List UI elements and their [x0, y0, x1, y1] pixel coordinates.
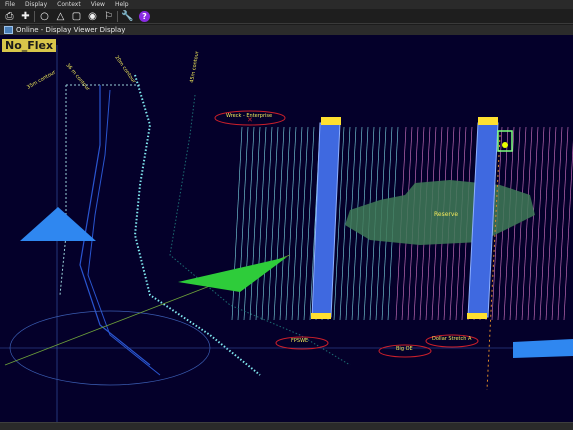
print-icon[interactable]: ⎙	[2, 10, 17, 23]
contour-label-20m: 20m contour	[113, 55, 137, 85]
flag-icon[interactable]: ⚐	[101, 10, 116, 23]
survey-line	[261, 126, 273, 321]
contour-label-36m: 36 m contour	[64, 62, 91, 92]
survey-line	[255, 126, 267, 321]
target-stretch-label: Dollar Stretch A	[432, 336, 472, 342]
survey-line	[563, 140, 573, 321]
survey-line	[297, 126, 309, 321]
menu-view[interactable]: View	[86, 0, 110, 9]
status-bar	[0, 422, 573, 430]
bar-foot-left	[311, 313, 331, 319]
target-fpsw-label: FPSWE	[291, 338, 308, 344]
arrow-marker-blue[interactable]	[513, 339, 573, 358]
map-canvas[interactable]: ✕ Wreck - Enterprise FPSWE Big OE Dollar…	[0, 35, 573, 422]
survey-line	[267, 126, 279, 321]
menu-bar: File Display Context View Help	[0, 0, 573, 9]
survey-line	[303, 126, 315, 321]
triangle-marker-blue[interactable]	[20, 207, 96, 241]
contour-36m	[79, 85, 151, 366]
menu-display[interactable]: Display	[20, 0, 52, 9]
survey-line	[545, 126, 557, 321]
toolbar: ⎙ ✚ ○ △ ▢ ◉ ⚐ 🔧 ?	[0, 9, 573, 24]
crosshair-icon[interactable]: ✚	[18, 10, 33, 23]
menu-file[interactable]: File	[0, 0, 20, 9]
survey-line	[551, 126, 563, 321]
survey-line	[557, 126, 569, 321]
eye-icon[interactable]: ◉	[85, 10, 100, 23]
bar-foot-right	[467, 313, 487, 319]
window-title: Online - Display Viewer Display	[16, 26, 126, 34]
survey-line	[279, 126, 291, 321]
circle-icon[interactable]: ○	[37, 10, 52, 23]
help-icon[interactable]: ?	[139, 10, 150, 22]
survey-boundary	[59, 85, 67, 296]
target-bigoe-label: Big OE	[396, 346, 413, 352]
toolbar-separator	[117, 10, 119, 22]
survey-line	[249, 126, 261, 321]
contour-label-45m: 45m contour	[189, 50, 201, 84]
mode-badge: No_Flex	[2, 39, 57, 52]
survey-line	[291, 126, 303, 321]
survey-line	[539, 126, 551, 321]
survey-line	[273, 126, 285, 321]
survey-line	[527, 126, 539, 321]
bar-cap-left	[321, 117, 341, 125]
vessel-position[interactable]	[502, 142, 508, 148]
display-viewport[interactable]: ✕ Wreck - Enterprise FPSWE Big OE Dollar…	[0, 35, 573, 422]
triangle-icon[interactable]: △	[53, 10, 68, 23]
contour-label-35m: 35m contour	[26, 69, 58, 91]
survey-line	[521, 126, 533, 321]
survey-line	[533, 126, 545, 321]
target-wreck-label: Wreck - Enterprise	[226, 113, 272, 119]
wrench-icon[interactable]: 🔧	[120, 10, 135, 23]
reserve-label: Reserve	[434, 211, 458, 218]
square-icon[interactable]: ▢	[69, 10, 84, 23]
menu-help[interactable]: Help	[110, 0, 134, 9]
toolbar-separator	[34, 10, 36, 22]
window-icon	[4, 26, 13, 34]
menu-context[interactable]: Context	[52, 0, 86, 9]
survey-line	[243, 126, 255, 321]
bar-cap-right	[478, 117, 498, 125]
survey-line	[285, 126, 297, 321]
window-titlebar: Online - Display Viewer Display	[0, 25, 573, 35]
